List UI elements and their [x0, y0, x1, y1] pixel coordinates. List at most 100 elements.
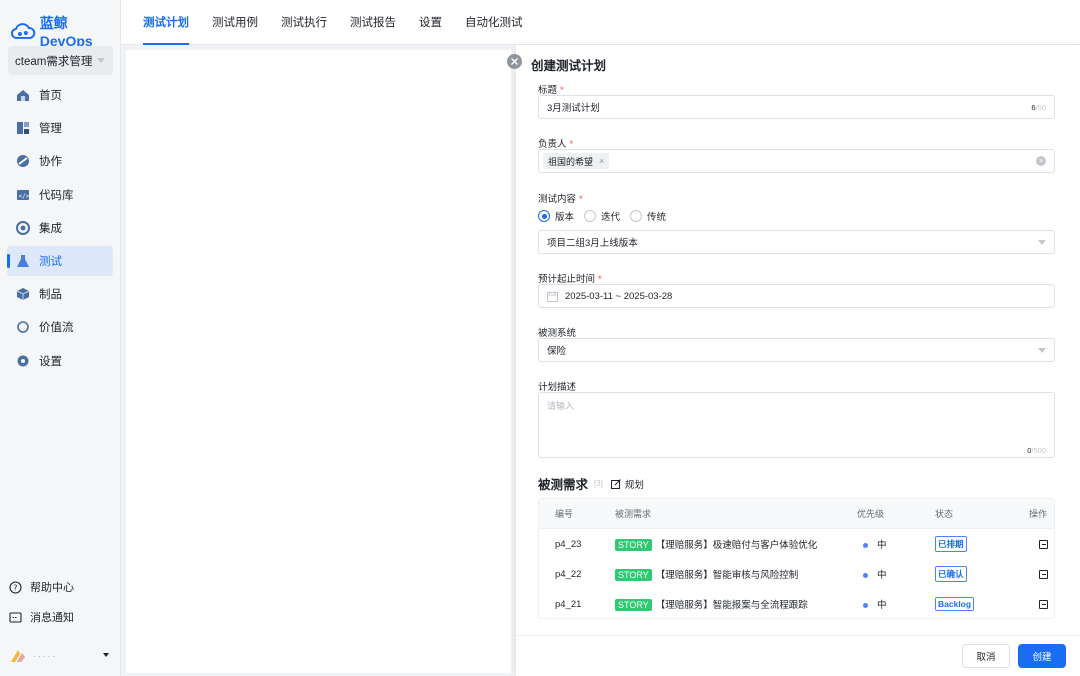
- tab-settings[interactable]: 设置: [419, 0, 442, 45]
- req-id: p4_22: [555, 568, 582, 580]
- col-requirement: 被测需求: [615, 509, 652, 519]
- sidebar-item-artifact[interactable]: 制品: [7, 279, 113, 309]
- version-select[interactable]: 项目二组3月上线版本: [538, 230, 1055, 254]
- remove-row-button[interactable]: [1039, 600, 1048, 612]
- sidebar-item-integration[interactable]: 集成: [7, 213, 113, 243]
- req-title-cell: STORY 【理赔服务】智能报案与全流程跟踪: [615, 597, 808, 611]
- sidebar-item-collaborate[interactable]: 协作: [7, 146, 113, 176]
- sidebar-item-test[interactable]: 测试: [7, 245, 113, 276]
- minus-square-icon: [1039, 570, 1048, 579]
- sidebar: 蓝鲸DevOps cteam需求管理 首页 管理 协作 </> 代码库 集成 测试…: [0, 0, 121, 676]
- radio-label: 迭代: [601, 212, 621, 223]
- priority-dot: [863, 602, 868, 608]
- table-row[interactable]: p4_21 STORY 【理赔服务】智能报案与全流程跟踪 中 Backlog: [539, 589, 1054, 619]
- title-label: 标题 *: [538, 82, 564, 96]
- title-input[interactable]: 3月测试计划 6/50: [538, 95, 1055, 119]
- user-menu[interactable]: · · · · ·: [9, 648, 113, 664]
- priority-dot: [863, 572, 868, 578]
- logo[interactable]: 蓝鲸DevOps: [10, 13, 120, 49]
- radio-label: 版本: [555, 212, 575, 223]
- plan-button[interactable]: 规划: [610, 477, 644, 491]
- caret-down-icon: [103, 653, 109, 657]
- time-label: 预计起止时间 *: [538, 271, 602, 285]
- table-row[interactable]: p4_23 STORY 【理赔服务】极速赔付与客户体验优化 中 已排期: [539, 529, 1054, 559]
- tab-test-report[interactable]: 测试报告: [350, 0, 396, 45]
- sidebar-item-code-repo[interactable]: </> 代码库: [7, 180, 113, 210]
- tab-test-execution[interactable]: 测试执行: [281, 0, 327, 45]
- owner-select[interactable]: 祖国的希望 × ×: [538, 149, 1055, 173]
- req-title-cell: STORY 【理赔服务】智能审核与风险控制: [615, 567, 798, 581]
- sidebar-item-manage[interactable]: 管理: [7, 113, 113, 143]
- clear-icon[interactable]: ×: [1036, 156, 1046, 166]
- sidebar-item-home[interactable]: 首页: [7, 80, 113, 110]
- requirements-title: 被测需求: [538, 478, 589, 492]
- version-value: 项目二组3月上线版本: [547, 238, 638, 249]
- status-cell: 已排期: [935, 536, 967, 552]
- char-counter: 6/50: [1031, 103, 1046, 112]
- edit-icon: [610, 478, 621, 489]
- required-mark: *: [579, 194, 583, 205]
- owner-tag-label: 祖国的希望: [548, 156, 594, 167]
- status-badge: Backlog: [935, 597, 975, 611]
- table-header: 编号 被测需求 优先级 状态 操作: [539, 499, 1054, 529]
- req-title[interactable]: 【理赔服务】智能审核与风险控制: [656, 570, 799, 581]
- minus-square-icon: [1039, 540, 1048, 549]
- priority-text: 中: [877, 540, 887, 551]
- tab-test-case[interactable]: 测试用例: [212, 0, 258, 45]
- plan-label: 规划: [624, 479, 644, 491]
- notification-link[interactable]: 消息通知: [9, 609, 113, 625]
- integration-icon: [16, 220, 30, 235]
- sidebar-item-label: 价值流: [39, 322, 74, 335]
- desc-max: /500: [1031, 446, 1046, 455]
- table-row[interactable]: p4_22 STORY 【理赔服务】智能审核与风险控制 中 已确认: [539, 559, 1054, 589]
- drawer-footer: 取消 创建: [516, 635, 1080, 676]
- date-range-picker[interactable]: 2025-03-11 ~ 2025-03-28: [538, 284, 1055, 308]
- logo-text: 蓝鲸DevOps: [39, 15, 93, 49]
- priority-cell: 中: [863, 597, 887, 611]
- radio-traditional[interactable]: 传统: [630, 209, 666, 223]
- radio-iteration[interactable]: 迭代: [584, 209, 620, 223]
- user-name: · · · · ·: [33, 651, 56, 661]
- sidebar-item-label: 设置: [39, 355, 62, 368]
- sidebar-item-label: 管理: [39, 123, 62, 136]
- sidebar-item-settings[interactable]: 设置: [7, 346, 113, 376]
- create-plan-drawer: 创建测试计划 标题 * 3月测试计划 6/50 负责人 * 祖国的希望 × × 测试内…: [516, 45, 1080, 676]
- project-selector[interactable]: cteam需求管理: [8, 46, 113, 75]
- drawer-title: 创建测试计划: [531, 59, 607, 73]
- content-radio-group: 版本 迭代 传统: [538, 209, 676, 223]
- collaborate-icon: [16, 154, 30, 168]
- value-stream-icon: [16, 320, 30, 334]
- req-title-cell: STORY 【理赔服务】极速赔付与客户体验优化: [615, 537, 817, 551]
- story-badge: STORY: [615, 569, 652, 581]
- remove-row-button[interactable]: [1039, 540, 1048, 552]
- remove-tag-icon[interactable]: ×: [599, 156, 604, 166]
- system-select[interactable]: 保险: [538, 338, 1055, 362]
- system-value: 保险: [547, 346, 567, 357]
- cancel-button[interactable]: 取消: [962, 644, 1010, 668]
- chevron-down-icon: [1038, 348, 1046, 353]
- chevron-down-icon: [97, 58, 105, 63]
- tab-automation[interactable]: 自动化测试: [465, 0, 523, 45]
- help-center-link[interactable]: ? 帮助中心: [9, 579, 113, 595]
- req-id: p4_23: [555, 538, 582, 550]
- tab-test-plan[interactable]: 测试计划: [143, 0, 189, 45]
- sidebar-item-label: 代码库: [39, 189, 74, 202]
- requirements-header: 被测需求 [3] 规划: [538, 474, 644, 493]
- priority-text: 中: [877, 570, 887, 581]
- desc-textarea[interactable]: 请输入 0/500: [538, 392, 1055, 458]
- content-label-text: 测试内容: [538, 194, 577, 205]
- radio-version[interactable]: 版本: [538, 209, 574, 223]
- minus-square-icon: [1039, 600, 1048, 609]
- cloud-logo-icon: [10, 23, 36, 39]
- content-card: [126, 50, 511, 673]
- close-drawer-button[interactable]: [507, 54, 522, 69]
- remove-row-button[interactable]: [1039, 570, 1048, 582]
- home-icon: [16, 88, 30, 102]
- priority-dot: [863, 542, 868, 548]
- sidebar-item-label: 测试: [39, 255, 62, 268]
- req-title[interactable]: 【理赔服务】极速赔付与客户体验优化: [656, 540, 818, 551]
- create-button[interactable]: 创建: [1018, 644, 1066, 668]
- sidebar-item-value-stream[interactable]: 价值流: [7, 312, 113, 342]
- notification-label: 消息通知: [30, 612, 74, 624]
- req-title[interactable]: 【理赔服务】智能报案与全流程跟踪: [656, 600, 808, 611]
